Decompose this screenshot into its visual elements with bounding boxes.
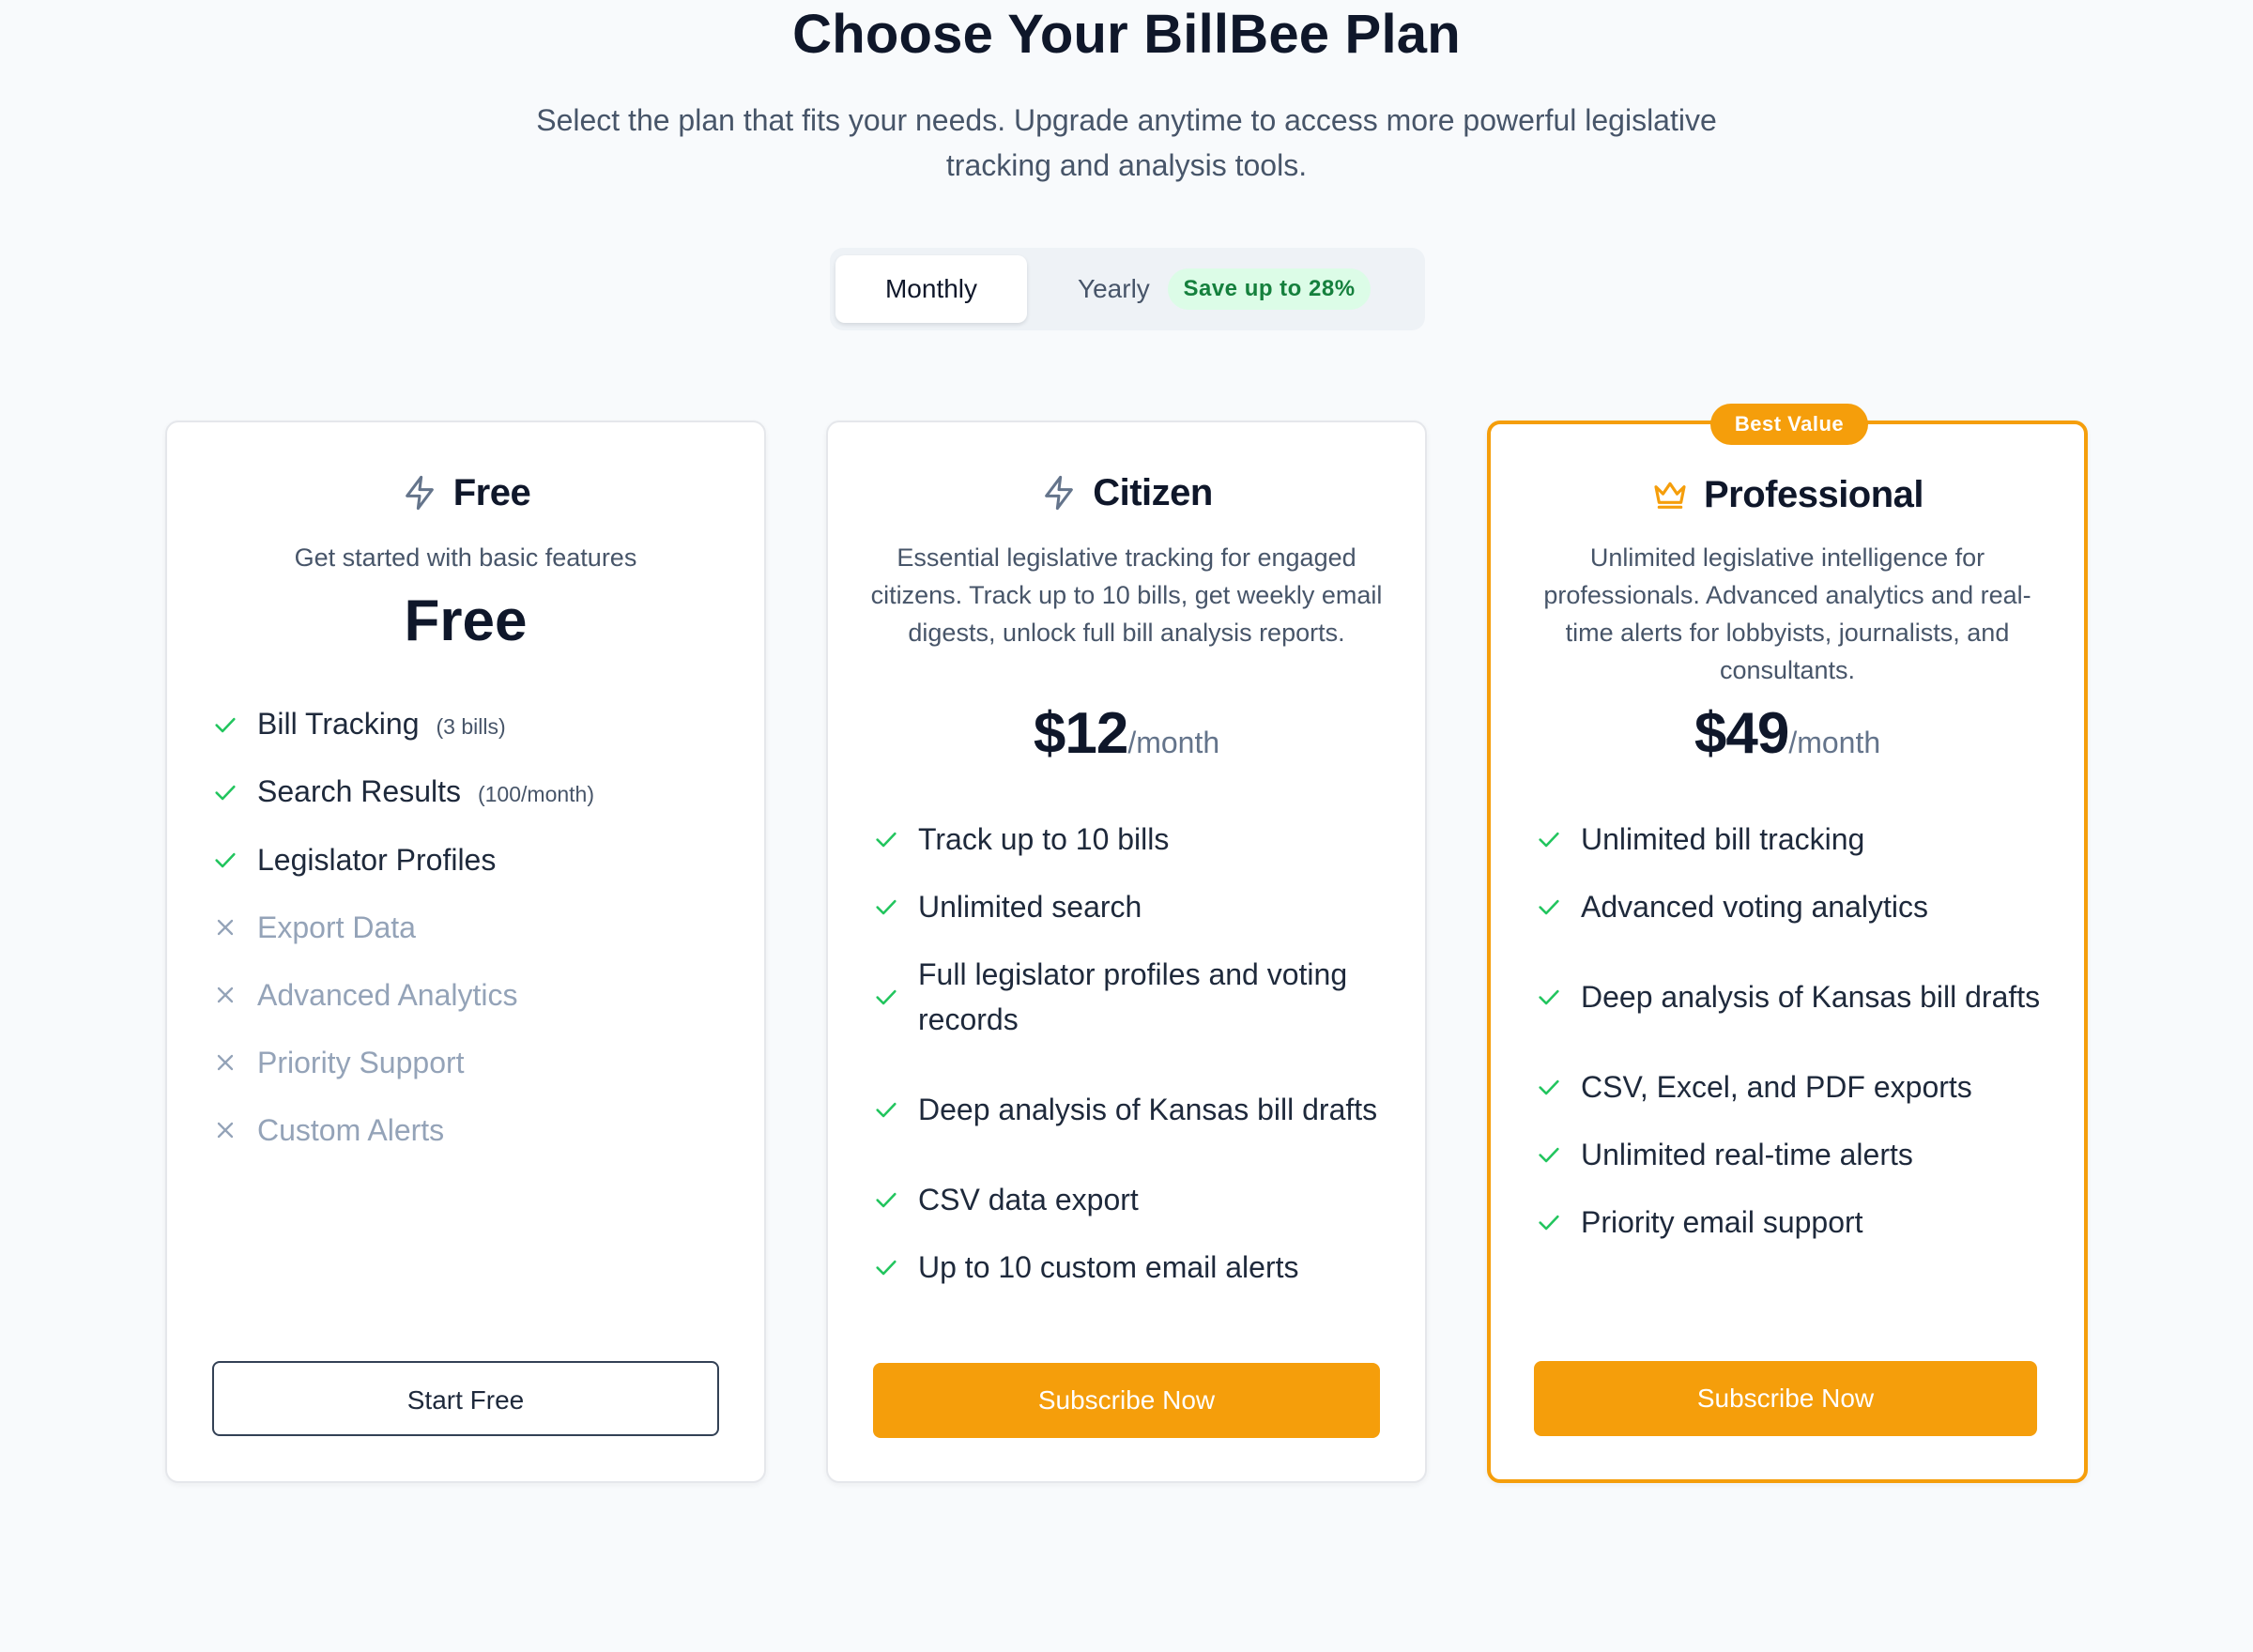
subscribe-citizen-button[interactable]: Subscribe Now bbox=[873, 1363, 1380, 1438]
feature-label: Advanced Analytics bbox=[257, 978, 518, 1012]
billing-toggle: Monthly Yearly Save up to 28% bbox=[830, 248, 1425, 330]
feature-item: CSV, Excel, and PDF exports bbox=[1536, 1053, 2046, 1121]
check-icon bbox=[212, 847, 238, 873]
price-period: /month bbox=[1788, 726, 1881, 759]
plan-description: Essential legislative tracking for engag… bbox=[870, 543, 1383, 647]
feature-item: CSV data export bbox=[873, 1166, 1387, 1233]
feature-item: Priority email support bbox=[1536, 1188, 2046, 1256]
x-icon bbox=[212, 914, 238, 941]
feature-item: Advanced voting analytics bbox=[1536, 873, 2046, 941]
feature-item: Custom Alerts bbox=[212, 1096, 727, 1164]
feature-item: Priority Support bbox=[212, 1029, 727, 1096]
plan-name: Free bbox=[452, 471, 531, 513]
pricing-page: Choose Your BillBee Plan Select the plan… bbox=[0, 0, 2253, 1652]
feature-label: Priority Support bbox=[257, 1046, 465, 1079]
price-amount: $49 bbox=[1694, 701, 1789, 766]
plan-card-citizen: Citizen Essential legislative tracking f… bbox=[826, 421, 1427, 1483]
subscribe-professional-button[interactable]: Subscribe Now bbox=[1534, 1361, 2037, 1436]
check-icon bbox=[873, 1096, 899, 1123]
price-period: /month bbox=[1127, 726, 1220, 759]
feature-label: Bill Tracking bbox=[257, 706, 420, 741]
page-subtitle: Select the plan that fits your needs. Up… bbox=[536, 103, 1717, 182]
save-badge: Save up to 28% bbox=[1168, 268, 1371, 310]
plan-price: Free bbox=[404, 589, 528, 653]
feature-item: Up to 10 custom email alerts bbox=[873, 1233, 1387, 1301]
check-icon bbox=[1536, 826, 1562, 852]
yearly-label: Yearly bbox=[1078, 274, 1150, 303]
check-icon bbox=[1536, 1209, 1562, 1235]
feature-item: Search Results (100/month) bbox=[212, 758, 727, 826]
monthly-toggle-button[interactable]: Monthly bbox=[835, 255, 1027, 323]
check-icon bbox=[212, 779, 238, 805]
check-icon bbox=[1536, 1141, 1562, 1168]
feature-item: Full legislator profiles and voting reco… bbox=[873, 941, 1387, 1053]
plan-name: Citizen bbox=[1093, 471, 1213, 513]
feature-item: Deep analysis of Kansas bill drafts bbox=[1536, 941, 2046, 1053]
feature-item: Unlimited real-time alerts bbox=[1536, 1121, 2046, 1188]
feature-note: (3 bills) bbox=[436, 713, 506, 739]
feature-label: Legislator Profiles bbox=[257, 843, 497, 877]
feature-list: Bill Tracking (3 bills) Search Results (10… bbox=[212, 691, 727, 1164]
feature-label: Unlimited real-time alerts bbox=[1581, 1138, 1913, 1171]
check-icon bbox=[212, 711, 238, 738]
lightning-icon bbox=[1040, 474, 1078, 512]
x-icon bbox=[212, 1117, 238, 1143]
feature-label: Advanced voting analytics bbox=[1581, 890, 1928, 924]
plan-description: Get started with basic features bbox=[294, 543, 637, 572]
check-icon bbox=[1536, 984, 1562, 1010]
feature-label: Unlimited search bbox=[918, 890, 1142, 924]
feature-item: Track up to 10 bills bbox=[873, 805, 1387, 873]
feature-label: Priority email support bbox=[1581, 1205, 1863, 1239]
feature-item: Deep analysis of Kansas bill drafts bbox=[873, 1053, 1387, 1166]
plan-header: Citizen bbox=[828, 469, 1425, 516]
check-icon bbox=[1536, 1074, 1562, 1100]
feature-label: Deep analysis of Kansas bill drafts bbox=[918, 1093, 1378, 1126]
x-icon bbox=[212, 1049, 238, 1076]
feature-item: Unlimited search bbox=[873, 873, 1387, 941]
price-amount: $12 bbox=[1033, 701, 1128, 766]
yearly-toggle-button[interactable]: Yearly bbox=[1078, 255, 1150, 323]
feature-item: Export Data bbox=[212, 894, 727, 961]
feature-label: CSV data export bbox=[918, 1183, 1139, 1216]
best-value-badge: Best Value bbox=[1710, 404, 1868, 445]
crown-icon bbox=[1651, 476, 1689, 513]
feature-item: Legislator Profiles bbox=[212, 826, 727, 894]
plan-description: Unlimited legislative intelligence for p… bbox=[1543, 543, 2031, 684]
check-icon bbox=[873, 826, 899, 852]
feature-label: Track up to 10 bills bbox=[918, 822, 1170, 856]
feature-label: Deep analysis of Kansas bill drafts bbox=[1581, 980, 2041, 1014]
check-icon bbox=[873, 984, 899, 1010]
plan-header: Professional bbox=[1491, 471, 2084, 518]
plan-price: $49/month bbox=[1491, 700, 2084, 767]
feature-label: Up to 10 custom email alerts bbox=[918, 1250, 1299, 1284]
plan-card-free: Free Get started with basic features Fre… bbox=[165, 421, 766, 1483]
feature-label: Unlimited bill tracking bbox=[1581, 822, 1865, 856]
plan-name: Professional bbox=[1703, 473, 1924, 515]
feature-label: Search Results bbox=[257, 773, 461, 808]
page-title: Choose Your BillBee Plan bbox=[792, 4, 1461, 65]
feature-item: Unlimited bill tracking bbox=[1536, 805, 2046, 873]
start-free-button[interactable]: Start Free bbox=[212, 1361, 719, 1436]
plan-header: Free bbox=[167, 469, 764, 516]
x-icon bbox=[212, 982, 238, 1008]
feature-label: CSV, Excel, and PDF exports bbox=[1581, 1070, 1972, 1104]
feature-list: Track up to 10 bills Unlimited search Fu… bbox=[873, 805, 1387, 1301]
check-icon bbox=[1536, 894, 1562, 920]
feature-list: Unlimited bill tracking Advanced voting … bbox=[1536, 805, 2046, 1256]
feature-item: Bill Tracking (3 bills) bbox=[212, 691, 727, 758]
feature-note: (100/month) bbox=[477, 781, 594, 806]
plan-card-professional: Best Value Professional Unlimited legisl… bbox=[1487, 404, 2088, 1483]
check-icon bbox=[873, 894, 899, 920]
feature-label: Full legislator profiles and voting reco… bbox=[918, 957, 1348, 1036]
check-icon bbox=[873, 1186, 899, 1213]
check-icon bbox=[873, 1254, 899, 1280]
feature-label: Custom Alerts bbox=[257, 1113, 445, 1147]
plan-price: $12/month bbox=[828, 700, 1425, 767]
feature-item: Advanced Analytics bbox=[212, 961, 727, 1029]
lightning-icon bbox=[401, 474, 438, 512]
feature-label: Export Data bbox=[257, 910, 416, 944]
